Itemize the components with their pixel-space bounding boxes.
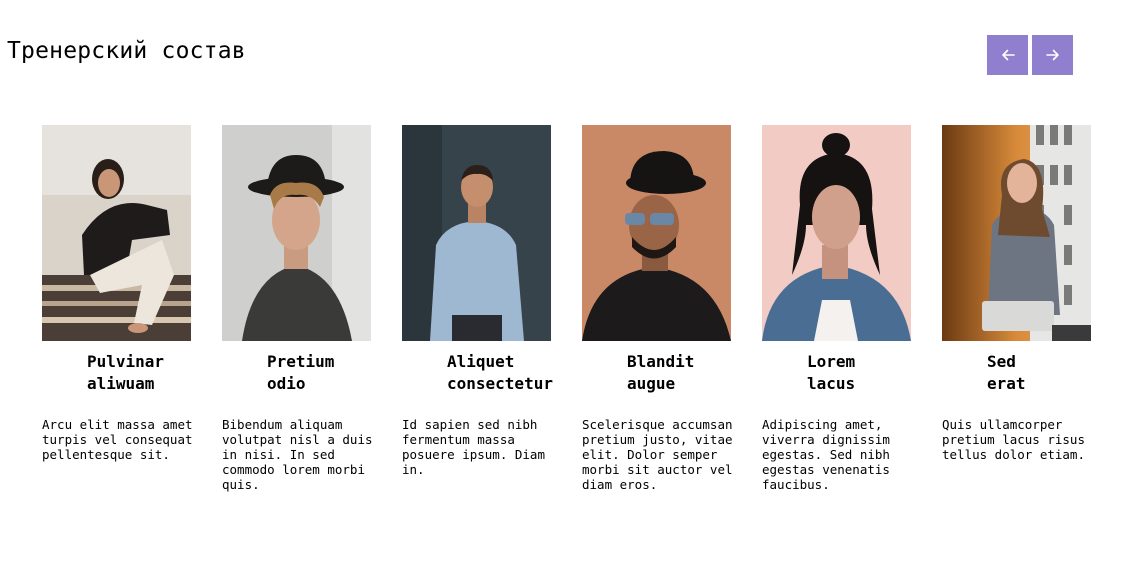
trainer-photo [762,125,911,341]
page-title: Тренерский состав [7,38,246,64]
trainer-photo [942,125,1091,341]
arrow-right-icon [1045,49,1059,61]
trainer-name: Blandit augue [627,352,695,393]
trainer-description: Id sapien sed nibh fermentum massa posue… [402,417,545,477]
trainer-photo-image [402,125,551,341]
prev-button[interactable] [987,35,1028,75]
trainer-description: Scelerisque accumsan pretium justo, vita… [582,417,733,492]
arrow-left-icon [1001,49,1015,61]
trainer-description: Adipiscing amet, viverra dignissim egest… [762,417,890,492]
trainer-card[interactable]: Blandit augue Scelerisque accumsan preti… [582,125,733,492]
trainer-photo [402,125,551,341]
carousel-nav [987,35,1073,75]
trainer-name: Aliquet consectetur [447,352,553,393]
trainer-name: Pretium odio [267,352,335,393]
trainer-photo-image [942,125,1091,341]
trainer-photo [42,125,191,341]
trainer-name: Lorem lacus [807,352,856,393]
trainer-card[interactable]: Sed erat Quis ullamcorper pretium lacus … [942,125,1091,462]
trainer-photo-image [42,125,191,341]
trainer-card[interactable]: Pulvinar aliwuam Arcu elit massa amet tu… [42,125,193,462]
trainer-card[interactable]: Lorem lacus Adipiscing amet, viverra dig… [762,125,911,492]
trainer-name: Sed erat [987,352,1026,393]
trainer-description: Arcu elit massa amet turpis vel consequa… [42,417,193,462]
next-button[interactable] [1032,35,1073,75]
trainer-photo-image [582,125,731,341]
trainer-photo [222,125,371,341]
trainer-description: Quis ullamcorper pretium lacus risus tel… [942,417,1085,462]
trainer-name: Pulvinar aliwuam [87,352,165,393]
trainer-card[interactable]: Aliquet consectetur Id sapien sed nibh f… [402,125,553,477]
trainer-photo-image [762,125,911,341]
trainer-photo-image [222,125,371,341]
trainer-card[interactable]: Pretium odio Bibendum aliquam volutpat n… [222,125,373,492]
trainer-description: Bibendum aliquam volutpat nisl a duis in… [222,417,373,492]
trainer-photo [582,125,731,341]
